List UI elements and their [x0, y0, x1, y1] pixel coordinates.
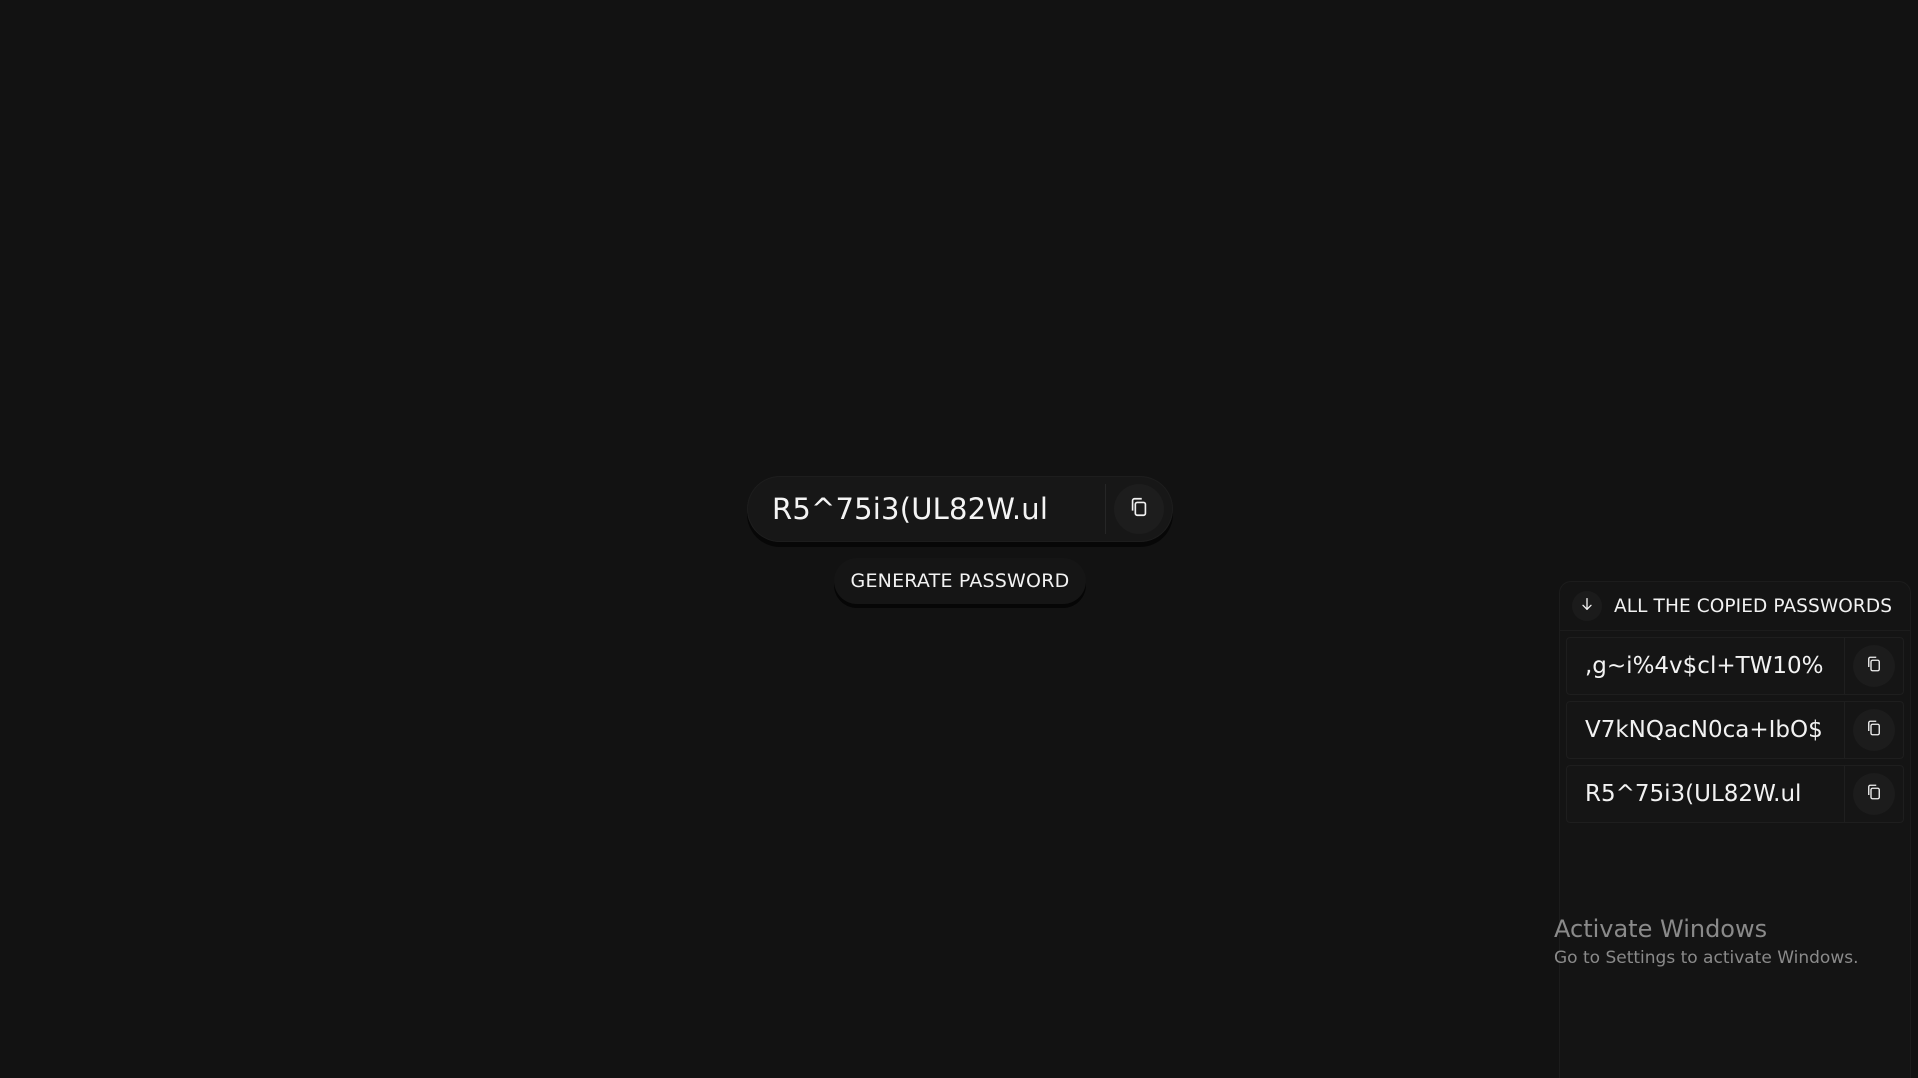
copy-item-button[interactable] [1853, 773, 1895, 815]
copied-password-text: ,g~i%4v$cl+TW10% [1585, 653, 1824, 679]
copied-password-text: R5^75i3(UL82W.ul [1585, 781, 1802, 807]
list-item: V7kNQacN0ca+IbO$ [1566, 701, 1904, 759]
copy-icon [1865, 655, 1883, 677]
divider [1105, 484, 1106, 534]
copy-item-button[interactable] [1853, 709, 1895, 751]
app-root: R5^75i3(UL82W.ul GENERATE PASSWORD ALL T… [0, 0, 1918, 1078]
copy-item-button[interactable] [1853, 645, 1895, 687]
divider [1844, 702, 1845, 758]
password-display: R5^75i3(UL82W.ul [747, 476, 1173, 542]
panel-title: ALL THE COPIED PASSWORDS [1614, 595, 1893, 617]
copied-password-text: V7kNQacN0ca+IbO$ [1585, 717, 1823, 743]
panel-header[interactable]: ALL THE COPIED PASSWORDS [1560, 582, 1910, 631]
collapse-toggle[interactable] [1572, 591, 1602, 621]
copy-icon [1128, 496, 1150, 522]
generate-password-button[interactable]: GENERATE PASSWORD [834, 558, 1086, 604]
copy-password-button[interactable] [1114, 484, 1164, 534]
arrow-down-icon [1579, 596, 1595, 616]
copy-icon [1865, 719, 1883, 741]
copy-icon [1865, 783, 1883, 805]
list-item: ,g~i%4v$cl+TW10% [1566, 637, 1904, 695]
copied-passwords-panel: ALL THE COPIED PASSWORDS ,g~i%4v$cl+TW10… [1559, 581, 1911, 1078]
list-item: R5^75i3(UL82W.ul [1566, 765, 1904, 823]
copied-passwords-list: ,g~i%4v$cl+TW10% V7kNQacN0ca+IbO$ R5^75i… [1560, 631, 1910, 823]
divider [1844, 766, 1845, 822]
generated-password: R5^75i3(UL82W.ul [772, 492, 1049, 526]
divider [1844, 638, 1845, 694]
